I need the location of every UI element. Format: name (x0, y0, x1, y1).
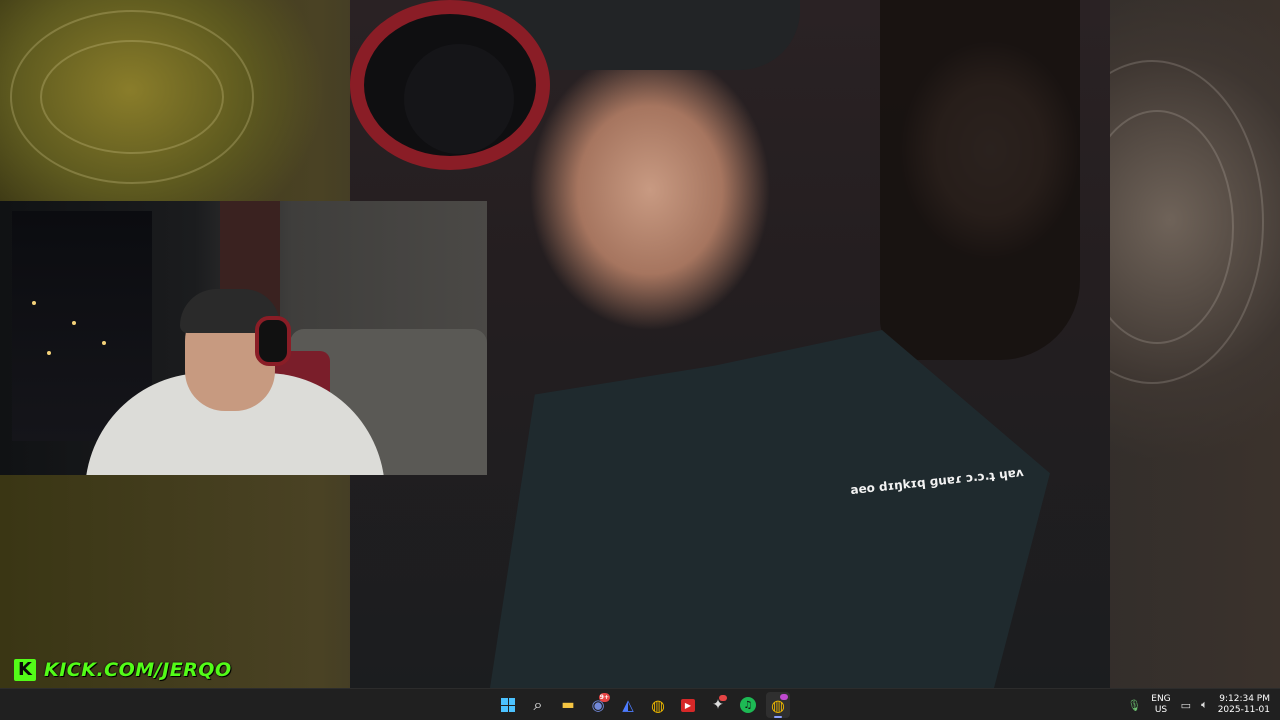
chrome-profile-button[interactable]: ◍ (766, 692, 790, 718)
taskbar-apps: ⌕ ▬ ◉ 9+ ◭ ◍ ▶ ✦ ♫ ◍ (496, 692, 790, 718)
language-indicator[interactable]: ENG US (1151, 694, 1170, 716)
tool-badge (719, 695, 727, 701)
discord-button[interactable]: ◉ 9+ (586, 692, 610, 718)
webcam-light-dot (47, 351, 51, 355)
webcam-light-dot (72, 321, 76, 325)
video-hair-shape (880, 0, 1080, 360)
windows-logo-icon (501, 698, 515, 712)
headphone-shape (350, 0, 550, 170)
arc-browser-button[interactable]: ◭ (616, 692, 640, 718)
chrome-profile-badge (780, 694, 788, 700)
youtube-button[interactable]: ▶ (676, 692, 700, 718)
system-tray: 🎙︎ ENG US ▭ 🔈︎ 9:12:34 PM 2025-11-01 (1127, 691, 1270, 719)
start-button[interactable] (496, 692, 520, 718)
search-icon: ⌕ (533, 695, 543, 714)
clock-date: 2025-11-01 (1217, 705, 1270, 715)
language-code: ENG (1151, 694, 1171, 704)
kick-handle-text: KICK.COM/JERQO (44, 659, 232, 681)
kick-logo-icon: K (14, 659, 36, 681)
network-icon[interactable]: ▭ (1181, 699, 1191, 712)
desktop-background: aeo dɪŋkɪq ɡuɐɾ ɔ.ɔ.ʇ ɥɐʌ K KICK.COM/JER… (0, 0, 1280, 688)
discord-badge: 9+ (598, 693, 610, 702)
webcam-light-dot (32, 301, 36, 305)
clock-time: 9:12:34 PM (1219, 694, 1270, 704)
file-explorer-button[interactable]: ▬ (556, 692, 580, 718)
volume-icon[interactable]: 🔈︎ (1201, 698, 1208, 712)
spotify-button[interactable]: ♫ (736, 692, 760, 718)
spotify-icon: ♫ (740, 697, 756, 713)
headphone-inner-shape (404, 44, 514, 154)
chrome-icon: ◍ (651, 695, 665, 715)
webcam-overlay (0, 201, 487, 475)
file-explorer-icon: ▬ (561, 697, 575, 713)
swirl-decoration (40, 40, 224, 154)
clock[interactable]: 9:12:34 PM 2025-11-01 (1218, 694, 1270, 716)
windows-taskbar: ⌕ ▬ ◉ 9+ ◭ ◍ ▶ ✦ ♫ ◍ 🎙︎ ENG US ▭ 🔈︎ 9:12… (0, 688, 1280, 720)
microphone-icon[interactable]: 🎙︎ (1127, 699, 1141, 712)
search-button[interactable]: ⌕ (526, 692, 550, 718)
arc-browser-icon: ◭ (622, 696, 634, 714)
language-region: US (1154, 705, 1168, 715)
youtube-icon: ▶ (680, 698, 696, 712)
video-shirt-shape (490, 330, 1050, 688)
kick-watermark: K KICK.COM/JERQO (14, 657, 232, 683)
webcam-headset (255, 316, 291, 366)
tool-button[interactable]: ✦ (706, 692, 730, 718)
webcam-light-dot (102, 341, 106, 345)
chrome-button[interactable]: ◍ (646, 692, 670, 718)
